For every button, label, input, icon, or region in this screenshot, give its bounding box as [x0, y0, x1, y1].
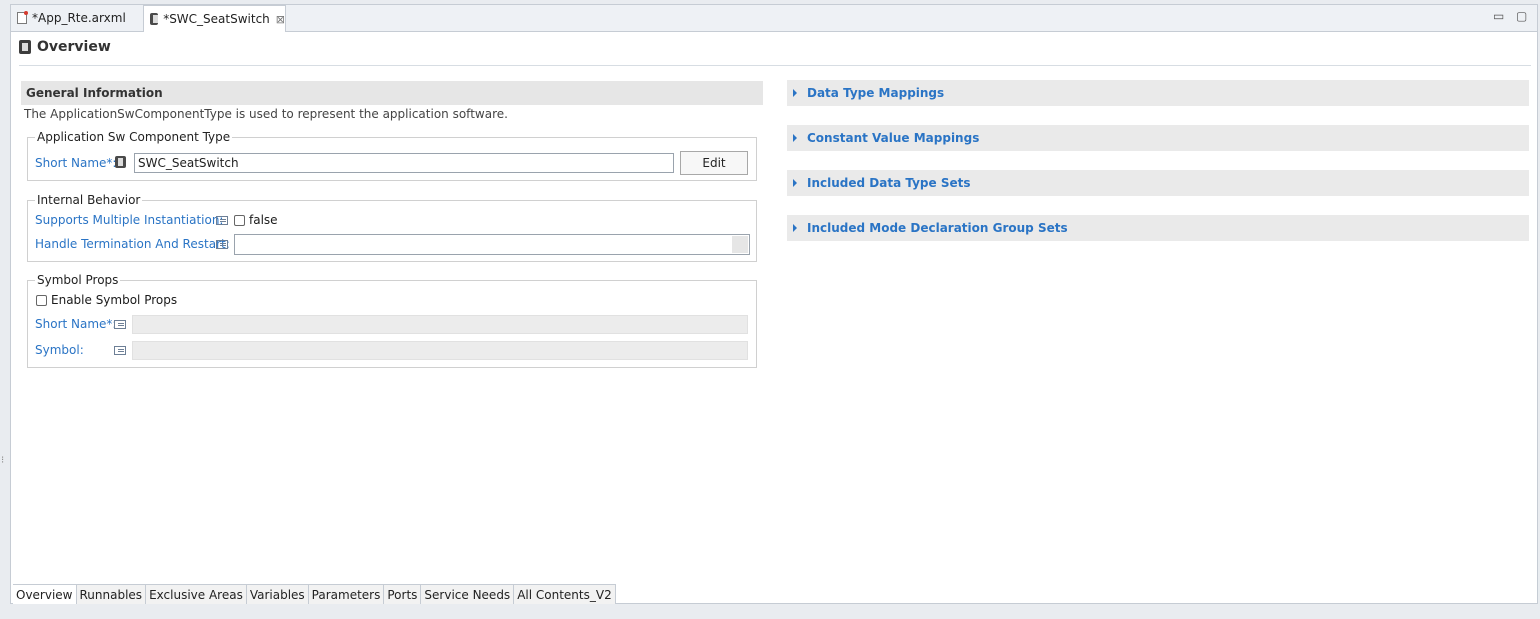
group-label: Internal Behavior [35, 193, 143, 207]
expand-arrow-icon [793, 224, 797, 232]
tab-label: *App_Rte.arxml [32, 11, 126, 25]
symbol-short-name-label: Short Name*: [35, 317, 117, 331]
component-icon [19, 40, 31, 54]
tab-app-rte[interactable]: *App_Rte.arxml [11, 5, 143, 31]
section-included-data-type-sets[interactable]: Included Data Type Sets [787, 170, 1529, 196]
expand-arrow-icon [793, 89, 797, 97]
tab-label: *SWC_SeatSwitch [163, 12, 270, 26]
expand-arrow-icon [793, 134, 797, 142]
symbol-short-name-input[interactable] [132, 315, 748, 334]
page-tab-ports[interactable]: Ports [384, 585, 422, 604]
symbol-props-group: Symbol Props Enable Symbol Props Short N… [27, 273, 757, 368]
side-marker: ⁝ [1, 455, 5, 466]
component-icon [150, 13, 159, 25]
multi-instantiation-label: Supports Multiple Instantiation: [35, 213, 224, 227]
general-info-header: General Information [21, 81, 763, 105]
page-tab-exclusive-areas[interactable]: Exclusive Areas [146, 585, 247, 604]
section-included-mode-declaration-group-sets[interactable]: Included Mode Declaration Group Sets [787, 215, 1529, 241]
multi-instantiation-checkbox[interactable] [234, 215, 245, 226]
edit-button[interactable]: Edit [680, 151, 748, 175]
maximize-icon[interactable]: ▢ [1516, 9, 1527, 23]
close-tab-icon[interactable]: ⊠ [276, 13, 285, 26]
symbol-input[interactable] [132, 341, 748, 360]
page-tab-parameters[interactable]: Parameters [308, 585, 385, 604]
handle-termination-select[interactable] [234, 234, 750, 255]
expand-arrow-icon [793, 179, 797, 187]
page-tab-variables[interactable]: Variables [246, 585, 309, 604]
section-label: Constant Value Mappings [807, 131, 980, 145]
list-icon [114, 346, 126, 355]
header-divider [19, 65, 1531, 66]
enable-symbol-props-checkbox[interactable] [36, 295, 47, 306]
minimize-icon[interactable]: ▭ [1493, 9, 1504, 23]
list-icon [114, 320, 126, 329]
short-name-input[interactable]: SWC_SeatSwitch [134, 153, 674, 173]
section-constant-value-mappings[interactable]: Constant Value Mappings [787, 125, 1529, 151]
handle-termination-label: Handle Termination And Restart: [35, 237, 230, 251]
swc-group: Application Sw Component Type Short Name… [27, 130, 757, 181]
dropdown-button[interactable] [732, 236, 748, 253]
section-data-type-mappings[interactable]: Data Type Mappings [787, 80, 1529, 106]
arxml-file-icon [17, 11, 28, 24]
short-name-label: Short Name*: [35, 156, 117, 170]
general-description: The ApplicationSwComponentType is used t… [24, 107, 508, 121]
section-label: Included Mode Declaration Group Sets [807, 221, 1068, 235]
tab-swc-seatswitch[interactable]: *SWC_SeatSwitch ⊠ [143, 5, 286, 32]
page-tab-service-needs[interactable]: Service Needs [421, 585, 515, 604]
page-tab-overview[interactable]: Overview [13, 585, 77, 604]
page-tab-bar: Overview Runnables Exclusive Areas Varia… [13, 584, 616, 604]
list-icon [216, 216, 228, 225]
enable-symbol-props-label: Enable Symbol Props [51, 293, 178, 307]
symbol-label: Symbol: [35, 343, 84, 357]
section-label: Data Type Mappings [807, 86, 945, 100]
group-label: Symbol Props [35, 273, 121, 287]
list-icon [216, 240, 228, 249]
page-title: Overview [37, 39, 111, 55]
section-label: Included Data Type Sets [807, 176, 971, 190]
multi-instantiation-value: false [249, 213, 278, 227]
internal-behavior-group: Internal Behavior Supports Multiple Inst… [27, 193, 757, 262]
section-title: General Information [26, 86, 163, 100]
editor-tab-bar: *App_Rte.arxml *SWC_SeatSwitch ⊠ ▭ ▢ [11, 5, 1537, 32]
page-tab-runnables[interactable]: Runnables [76, 585, 147, 604]
page-header: Overview [19, 39, 111, 55]
group-label: Application Sw Component Type [35, 130, 233, 144]
page-tab-all-contents[interactable]: All Contents_V2 [514, 585, 616, 604]
editor-panel: *App_Rte.arxml *SWC_SeatSwitch ⊠ ▭ ▢ Ove… [10, 4, 1538, 604]
component-icon [115, 156, 126, 168]
